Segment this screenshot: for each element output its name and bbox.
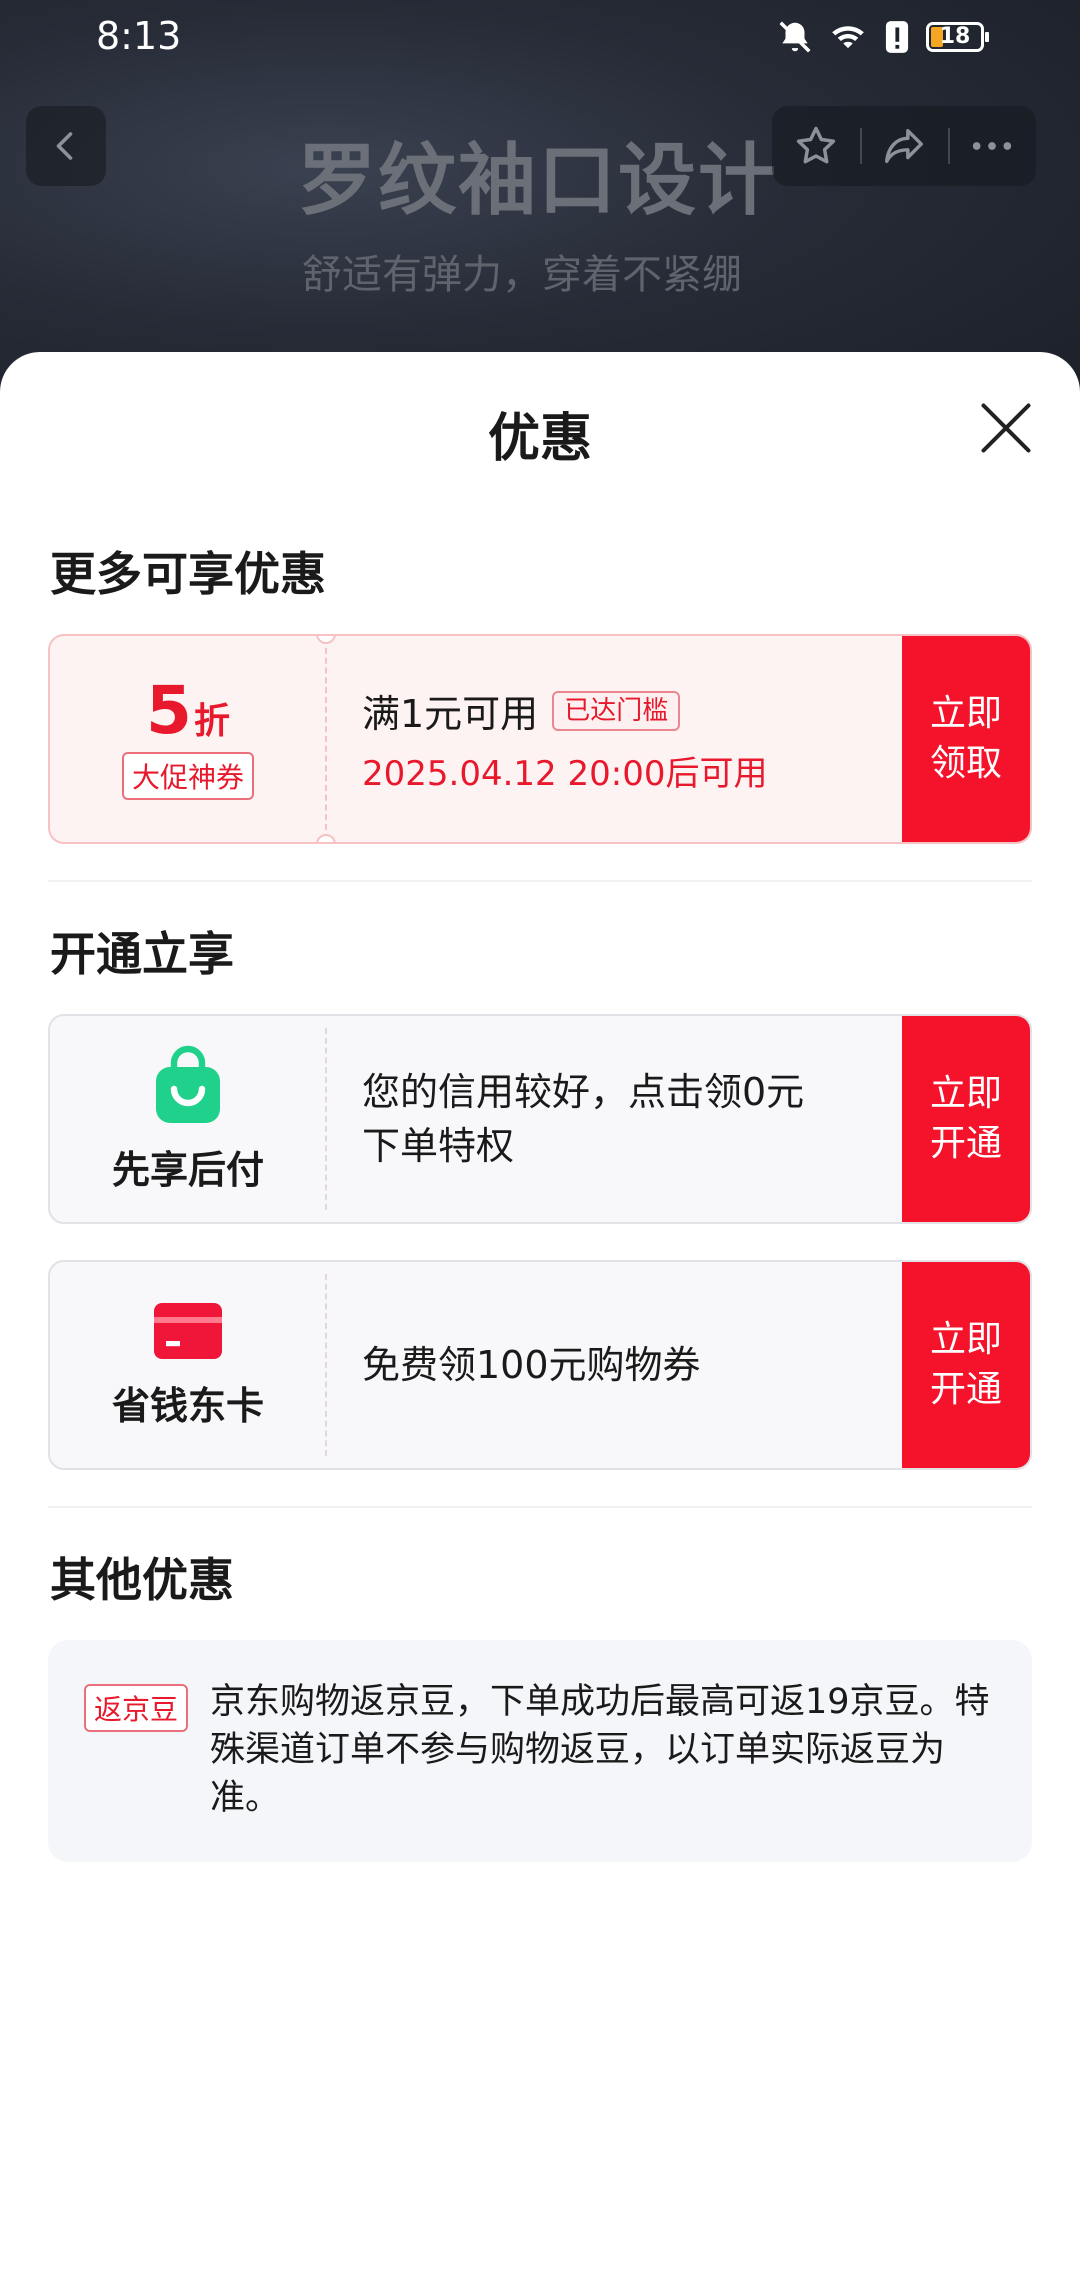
- coupon-condition: 满1元可用: [362, 692, 539, 736]
- section-divider: [48, 880, 1032, 882]
- service-card-savings: 省钱东卡 免费领100元购物券 立即开通: [48, 1260, 1032, 1470]
- activate-pay-later-button[interactable]: 立即开通: [902, 1016, 1030, 1222]
- sheet-title: 优惠: [487, 409, 592, 469]
- service-details: 免费领100元购物券: [362, 1262, 880, 1468]
- dashed-divider: [325, 1274, 327, 1456]
- mute-icon: [779, 21, 811, 53]
- coupon-available-time: 2025.04.12 20:00后可用: [362, 754, 768, 794]
- coupon-discount-area: 5 折 大促神券: [50, 636, 326, 842]
- status-bar: 8:13 18: [0, 0, 1080, 80]
- star-icon: [796, 126, 836, 164]
- jingdou-badge: 返京豆: [84, 1684, 189, 1732]
- more-button[interactable]: [948, 106, 1036, 186]
- status-icons: 18: [776, 18, 989, 56]
- dashed-divider: [325, 1028, 327, 1210]
- close-icon: [981, 403, 1031, 453]
- back-button[interactable]: [26, 106, 106, 186]
- service-desc-line1: 您的信用较好，点击领0元: [362, 1070, 805, 1114]
- ticket-notch-bottom: [316, 834, 336, 842]
- service-name: 省钱东卡: [111, 1383, 264, 1428]
- chevron-left-icon: [56, 132, 73, 160]
- close-button[interactable]: [976, 398, 1036, 458]
- other-promotion-box: 返京豆 京东购物返京豆，下单成功后最高可返19京豆。特殊渠道订单不参与购物返豆，…: [48, 1640, 1032, 1862]
- threshold-reached-badge: 已达门槛: [552, 690, 681, 731]
- activate-savings-card-button[interactable]: 立即开通: [902, 1262, 1030, 1468]
- battery-indicator: 18: [926, 22, 989, 52]
- service-desc-line2: 下单特权: [362, 1124, 515, 1168]
- coupon-condition-row: 满1元可用 已达门槛: [362, 683, 880, 738]
- share-icon: [885, 128, 923, 164]
- service-desc-line1: 免费领100元购物券: [362, 1343, 701, 1387]
- service-details: 您的信用较好，点击领0元 下单特权: [362, 1016, 880, 1222]
- coupon-discount: 5 折: [146, 678, 230, 744]
- coupon-card: 5 折 大促神券 满1元可用 已达门槛 2025.04.12 20:00后可用 …: [48, 634, 1032, 844]
- wifi-icon: [832, 26, 864, 49]
- section-divider: [48, 1506, 1032, 1508]
- section-title-other: 其他优惠: [50, 1553, 234, 1607]
- status-time: 8:13: [96, 14, 182, 58]
- claim-coupon-button[interactable]: 立即领取: [902, 636, 1030, 842]
- discount-unit: 折: [193, 701, 230, 742]
- jingdou-description: 京东购物返京豆，下单成功后最高可返19京豆。特殊渠道订单不参与购物返豆，以订单实…: [210, 1682, 990, 1818]
- service-brand: 先享后付: [50, 1016, 326, 1222]
- dashed-divider: [325, 648, 327, 830]
- section-title-more: 更多可享优惠: [50, 547, 326, 601]
- coupon-details: 满1元可用 已达门槛 2025.04.12 20:00后可用: [362, 636, 880, 842]
- discount-value: 5: [146, 672, 192, 749]
- credit-card-icon: [154, 1302, 222, 1359]
- service-brand: 省钱东卡: [50, 1262, 326, 1468]
- service-card-pay-later: 先享后付 您的信用较好，点击领0元 下单特权 立即开通: [48, 1014, 1032, 1224]
- promotion-sheet: 优惠 更多可享优惠 5 折 大促神券 满1元可用 已达门槛 2025.04.12…: [0, 352, 1080, 2280]
- coupon-type-badge: 大促神券: [121, 752, 254, 800]
- product-feature-subtitle: 舒适有弹力，穿着不紧绷: [302, 252, 742, 298]
- service-name: 先享后付: [111, 1147, 264, 1192]
- share-button[interactable]: [860, 106, 948, 186]
- favorite-button[interactable]: [772, 106, 860, 186]
- product-feature-title: 罗纹袖口设计: [298, 136, 779, 226]
- alert-icon: [885, 21, 909, 53]
- section-title-open: 开通立享: [50, 927, 234, 981]
- shopping-bag-icon: [156, 1045, 220, 1123]
- top-action-group: [772, 106, 1036, 186]
- more-icon: [972, 142, 1012, 150]
